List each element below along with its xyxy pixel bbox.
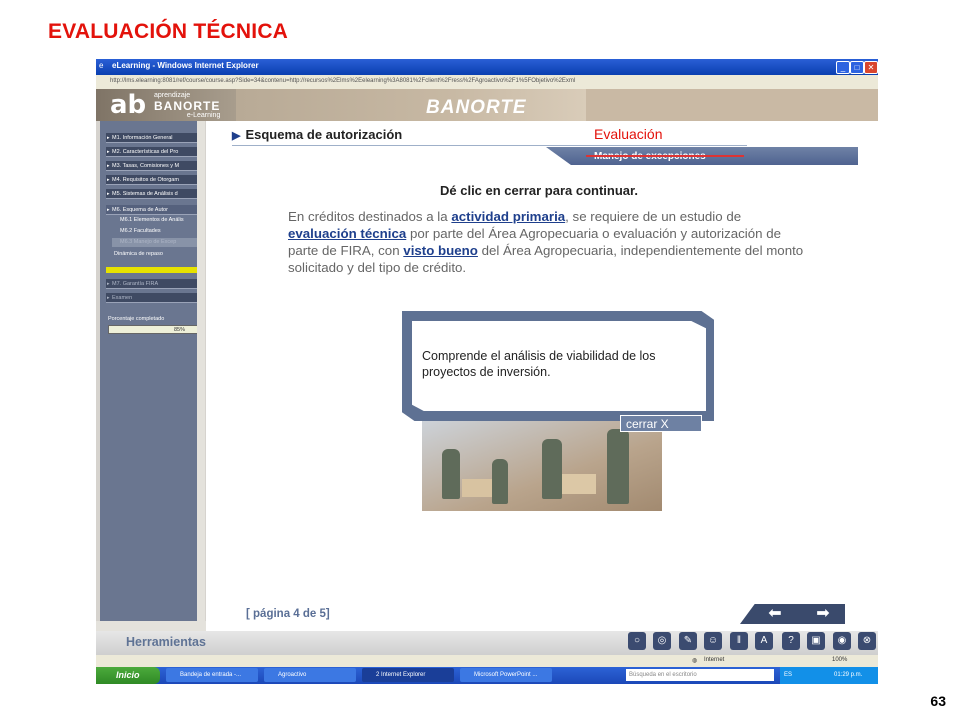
view-icon[interactable]: ◉ xyxy=(833,632,851,650)
popup-text: Comprende el análisis de viabilidad de l… xyxy=(422,349,656,379)
sidebar-subitem-m6-2[interactable]: M6.2 Facultades xyxy=(112,227,198,236)
address-bar[interactable]: http://lms.elearning:8081/ref/course/cou… xyxy=(96,75,878,89)
font-size-icon[interactable]: A xyxy=(755,632,773,650)
body-text-part: En créditos destinados a la xyxy=(288,209,452,224)
body-text-part: , se requiere de un estudio de xyxy=(565,209,742,224)
logo-text: aprendizaje BANORTE e-Learning xyxy=(154,92,220,120)
pagination: [ página 4 de 5] xyxy=(246,608,330,620)
desktop-search-input[interactable]: Búsqueda en el escritorio xyxy=(626,669,774,681)
instruction-text: Dé clic en cerrar para continuar. xyxy=(440,183,638,198)
window-titlebar: e eLearning - Windows Internet Explorer … xyxy=(96,59,878,75)
sidebar-subitem-m6-3[interactable]: M6.3 Manejo de Excep xyxy=(112,238,198,247)
ie-icon: e xyxy=(99,61,104,70)
content-header: Esquema de autorización xyxy=(232,127,552,145)
course-sidebar: M1. Información General M2. Característi… xyxy=(100,121,204,681)
strike-line xyxy=(586,155,744,157)
task-internet-explorer[interactable]: 2 Internet Explorer xyxy=(362,668,454,682)
status-zone: Internet xyxy=(704,657,725,663)
clock: 01:29 p.m. xyxy=(834,672,863,678)
sidebar-subitem-m6-1[interactable]: M6.1 Elementos de Anális xyxy=(112,216,198,225)
contact-icon[interactable]: ☺ xyxy=(704,632,722,650)
box-shape xyxy=(562,474,596,494)
minimize-button[interactable]: _ xyxy=(836,61,850,74)
logo-line3: e-Learning xyxy=(186,112,221,119)
lightbulb-icon[interactable]: ○ xyxy=(628,632,646,650)
close-popup-button[interactable]: cerrar X xyxy=(620,415,702,432)
language-indicator[interactable]: ES xyxy=(784,667,792,684)
sidebar-item-m5[interactable]: M5. Sistemas de Análisis d xyxy=(106,189,198,199)
sidebar-divider xyxy=(106,267,198,273)
brand-logo: BANORTE xyxy=(426,97,527,118)
logo-line2: BANORTE xyxy=(154,99,221,113)
tools-label: Herramientas xyxy=(126,635,206,649)
banner-photo xyxy=(236,89,586,121)
sidebar-subitem-repaso[interactable]: Dinámica de repaso xyxy=(106,250,192,259)
help-icon[interactable]: ? xyxy=(782,632,800,650)
worker-figure xyxy=(492,459,508,504)
horizontal-scrollbar[interactable] xyxy=(96,621,206,631)
progress-label: Porcentaje completado xyxy=(108,316,165,322)
glossary-icon[interactable]: ◎ xyxy=(653,632,671,650)
close-window-button[interactable]: ✕ xyxy=(864,61,878,74)
box-shape xyxy=(462,479,492,497)
window-title: eLearning - Windows Internet Explorer xyxy=(112,61,259,70)
body-paragraph: En créditos destinados a la actividad pr… xyxy=(288,208,813,276)
task-bandeja[interactable]: Bandeja de entrada -... xyxy=(166,668,258,682)
task-powerpoint[interactable]: Microsoft PowerPoint ... xyxy=(460,668,552,682)
start-button[interactable]: Inicio xyxy=(96,667,160,684)
worker-figure xyxy=(542,439,562,499)
sidebar-item-m4[interactable]: M4. Requisitos de Otorgam xyxy=(106,175,198,185)
status-bar: ◍ Internet 100% xyxy=(96,655,878,667)
sidebar-item-m7[interactable]: M7. Garantía FIRA xyxy=(106,279,198,289)
library-icon[interactable]: ‖ xyxy=(730,632,748,650)
arrow-right-icon[interactable]: ➡ xyxy=(808,604,838,624)
close-icon[interactable]: ⊗ xyxy=(858,632,876,650)
link-evaluacion-tecnica[interactable]: evaluación técnica xyxy=(288,226,406,241)
progress-value: 85% xyxy=(108,325,198,334)
link-actividad-primaria[interactable]: actividad primaria xyxy=(451,209,565,224)
header-divider xyxy=(232,145,747,146)
system-tray: ES 01:29 p.m. xyxy=(780,667,878,684)
browser-window: e eLearning - Windows Internet Explorer … xyxy=(96,59,878,684)
sidebar-scrollbar[interactable] xyxy=(197,121,205,681)
book-icon[interactable]: ▣ xyxy=(807,632,825,650)
maximize-button[interactable]: □ xyxy=(850,61,864,74)
worker-figure xyxy=(442,449,460,499)
overlay-label: Evaluación xyxy=(594,126,663,142)
content-scrollbar[interactable] xyxy=(857,121,878,684)
sidebar-item-m6[interactable]: M6. Esquema de Autor xyxy=(106,205,198,215)
worker-figure xyxy=(607,429,629,504)
course-banner: ab aprendizaje BANORTE e-Learning BANORT… xyxy=(96,89,878,121)
sidebar-item-examen[interactable]: Examen xyxy=(106,293,198,303)
arrow-left-icon[interactable]: ⬅ xyxy=(760,604,790,624)
sidebar-item-m3[interactable]: M3. Tasas, Comisiones y M xyxy=(106,161,198,171)
logo-mark: ab xyxy=(110,90,147,120)
globe-icon: ◍ xyxy=(692,658,698,664)
zoom-level[interactable]: 100% xyxy=(832,657,847,663)
page-number: 63 xyxy=(930,693,946,709)
slide-title: EVALUACIÓN TÉCNICA xyxy=(48,20,289,43)
task-agroactivo[interactable]: Agroactivo xyxy=(264,668,356,682)
notes-icon[interactable]: ✎ xyxy=(679,632,697,650)
link-visto-bueno[interactable]: visto bueno xyxy=(403,243,478,258)
sidebar-item-m1[interactable]: M1. Información General xyxy=(106,133,198,143)
address-url[interactable]: http://lms.elearning:8081/ref/course/cou… xyxy=(110,78,575,84)
sidebar-item-m2[interactable]: M2. Características del Pro xyxy=(106,147,198,157)
